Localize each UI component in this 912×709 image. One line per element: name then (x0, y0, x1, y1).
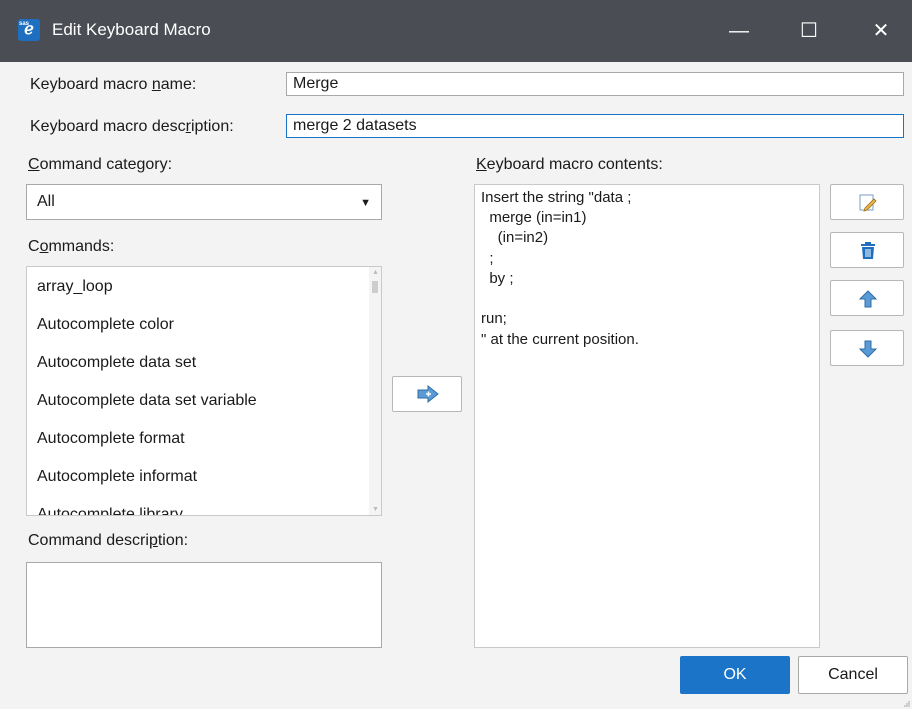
cancel-button[interactable]: Cancel (798, 656, 908, 694)
list-item[interactable]: Autocomplete format (37, 430, 185, 448)
command-category-label: Command category: (28, 156, 173, 173)
move-up-button[interactable] (830, 280, 904, 316)
edit-step-button[interactable] (830, 184, 904, 220)
ok-button[interactable]: OK (680, 656, 790, 694)
scroll-up-icon[interactable]: ▲ (372, 269, 379, 276)
trash-icon (861, 242, 875, 259)
macro-description-label: Keyboard macro description: (30, 118, 234, 135)
macro-contents-label: Keyboard macro contents: (476, 156, 663, 173)
commands-list[interactable]: array_loop Autocomplete color Autocomple… (26, 266, 382, 516)
command-description-label: Command description: (28, 532, 189, 549)
command-description-box (26, 562, 382, 648)
dropdown-arrow-icon: ▼ (360, 197, 371, 209)
sas-app-icon: sas ℯ (18, 19, 40, 41)
macro-step-line[interactable]: run; (481, 310, 507, 327)
commands-scrollbar[interactable]: ▲ ▼ (369, 267, 381, 515)
macro-step-line[interactable]: " at the current position. (481, 331, 639, 348)
maximize-button[interactable]: ☐ (786, 14, 832, 48)
title-bar: sas ℯ Edit Keyboard Macro — ☐ ✕ (0, 0, 912, 62)
commands-label: Commands: (28, 238, 115, 255)
window-title: Edit Keyboard Macro (52, 20, 211, 39)
scroll-down-icon[interactable]: ▼ (372, 506, 379, 513)
list-item[interactable]: Autocomplete data set (37, 354, 196, 372)
move-down-button[interactable] (830, 330, 904, 366)
list-item[interactable]: Autocomplete informat (37, 468, 197, 486)
macro-step-line[interactable]: (in=in2) (481, 229, 548, 246)
down-arrow-icon (859, 340, 877, 358)
scroll-thumb[interactable] (372, 281, 378, 293)
right-arrow-icon (417, 385, 439, 403)
delete-step-button[interactable] (830, 232, 904, 268)
up-arrow-icon (859, 290, 877, 308)
close-button[interactable]: ✕ (858, 14, 904, 48)
list-item[interactable]: array_loop (37, 278, 113, 296)
edit-icon (859, 194, 877, 212)
command-category-select[interactable]: All ▼ (26, 184, 382, 220)
macro-step-line[interactable]: ; (481, 250, 493, 267)
macro-name-label: Keyboard macro name: (30, 76, 197, 93)
list-item[interactable]: Autocomplete data set variable (37, 392, 257, 410)
macro-name-input[interactable] (286, 72, 904, 96)
add-command-button[interactable] (392, 376, 462, 412)
resize-grip-icon[interactable] (904, 701, 910, 707)
list-item[interactable]: Autocomplete library (37, 506, 183, 515)
macro-step-line[interactable]: by ; (481, 270, 513, 287)
macro-step-line[interactable]: merge (in=in1) (481, 209, 586, 226)
command-category-value: All (37, 193, 55, 210)
minimize-button[interactable]: — (716, 14, 762, 48)
macro-contents-list[interactable]: Insert the string "data ; merge (in=in1)… (474, 184, 820, 648)
macro-step-line[interactable]: Insert the string "data ; (481, 189, 631, 206)
macro-description-input[interactable] (286, 114, 904, 138)
list-item[interactable]: Autocomplete color (37, 316, 174, 334)
